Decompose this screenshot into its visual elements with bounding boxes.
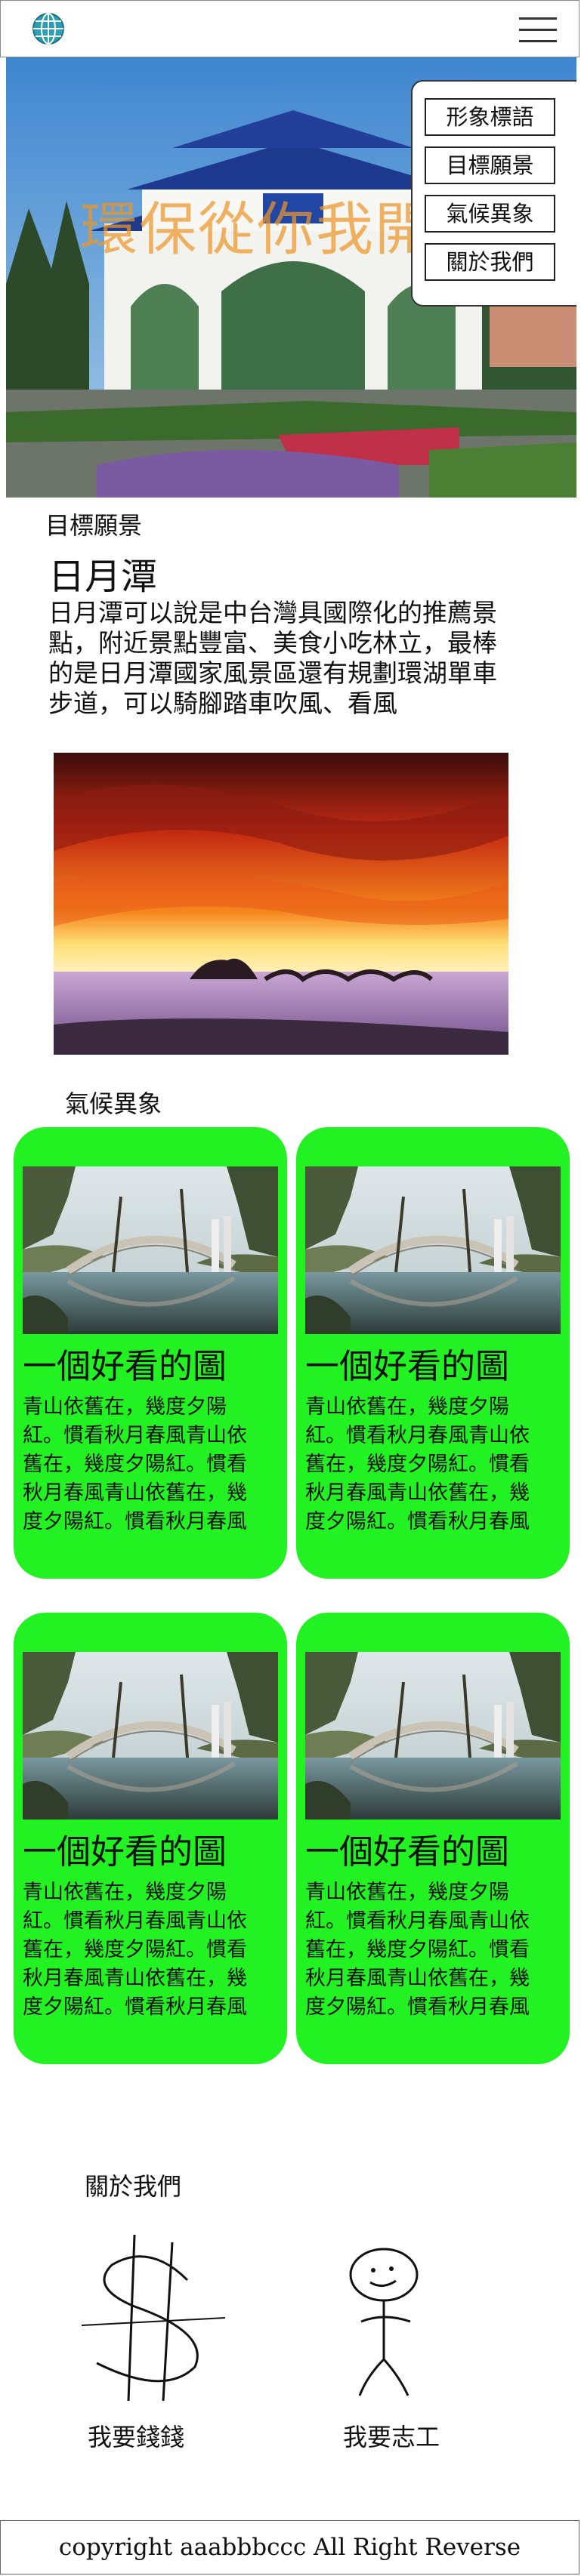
about-heading: 關於我們 <box>85 2172 182 2201</box>
hero-banner: 環保從你我開始 形象標語 目標願景 氣候異象 關於我們 <box>6 57 576 498</box>
card-photo <box>305 1652 561 1820</box>
card-title: 一個好看的圖 <box>305 1346 510 1386</box>
place-title: 日月潭 <box>48 556 158 598</box>
card-text: 青山依舊在，幾度夕陽紅。慣看秋月春風青山依舊在，幾度夕陽紅。慣看秋月春風青山依舊… <box>305 1395 530 1533</box>
hamburger-icon[interactable] <box>519 17 557 43</box>
goals-heading: 目標願景 <box>45 511 143 540</box>
top-bar <box>0 0 579 57</box>
nav-item-about[interactable]: 關於我們 <box>425 243 555 281</box>
footer-copyright: copyright aaabbbccc All Right Reverse <box>0 2520 579 2574</box>
nav-item-slogan[interactable]: 形象標語 <box>425 98 555 136</box>
card-text: 青山依舊在，幾度夕陽紅。慣看秋月春風青山依舊在，幾度夕陽紅。慣看秋月春風青山依舊… <box>23 1881 247 2019</box>
globe-icon[interactable] <box>31 11 66 46</box>
sunset-image <box>54 753 508 1055</box>
climate-card[interactable]: 一個好看的圖 青山依舊在，幾度夕陽紅。慣看秋月春風青山依舊在，幾度夕陽紅。慣看秋… <box>296 1127 570 1579</box>
place-description: 日月潭可以說是中台灣具國際化的推薦景點，附近景點豐富、美食小吃林立，最棒的是日月… <box>48 598 497 718</box>
climate-heading: 氣候異象 <box>65 1089 162 1118</box>
card-photo <box>23 1166 278 1334</box>
climate-card[interactable]: 一個好看的圖 青山依舊在，幾度夕陽紅。慣看秋月春風青山依舊在，幾度夕陽紅。慣看秋… <box>14 1613 287 2064</box>
card-title: 一個好看的圖 <box>23 1346 227 1386</box>
money-caption: 我要錢錢 <box>88 2423 185 2451</box>
card-photo <box>305 1166 561 1334</box>
volunteer-caption: 我要志工 <box>343 2423 440 2451</box>
nav-menu: 形象標語 目標願景 氣候異象 關於我們 <box>411 80 576 307</box>
climate-card[interactable]: 一個好看的圖 青山依舊在，幾度夕陽紅。慣看秋月春風青山依舊在，幾度夕陽紅。慣看秋… <box>296 1613 570 2064</box>
card-photo <box>23 1652 278 1820</box>
money-sketch-icon <box>82 2235 225 2401</box>
card-title: 一個好看的圖 <box>23 1832 227 1872</box>
card-text: 青山依舊在，幾度夕陽紅。慣看秋月春風青山依舊在，幾度夕陽紅。慣看秋月春風青山依舊… <box>23 1395 247 1533</box>
card-title: 一個好看的圖 <box>305 1832 510 1872</box>
climate-card[interactable]: 一個好看的圖 青山依舊在，幾度夕陽紅。慣看秋月春風青山依舊在，幾度夕陽紅。慣看秋… <box>14 1127 287 1579</box>
volunteer-sketch-icon <box>349 2248 419 2396</box>
nav-item-goals[interactable]: 目標願景 <box>425 146 555 184</box>
card-text: 青山依舊在，幾度夕陽紅。慣看秋月春風青山依舊在，幾度夕陽紅。慣看秋月春風青山依舊… <box>305 1881 530 2019</box>
nav-item-climate[interactable]: 氣候異象 <box>425 195 555 233</box>
